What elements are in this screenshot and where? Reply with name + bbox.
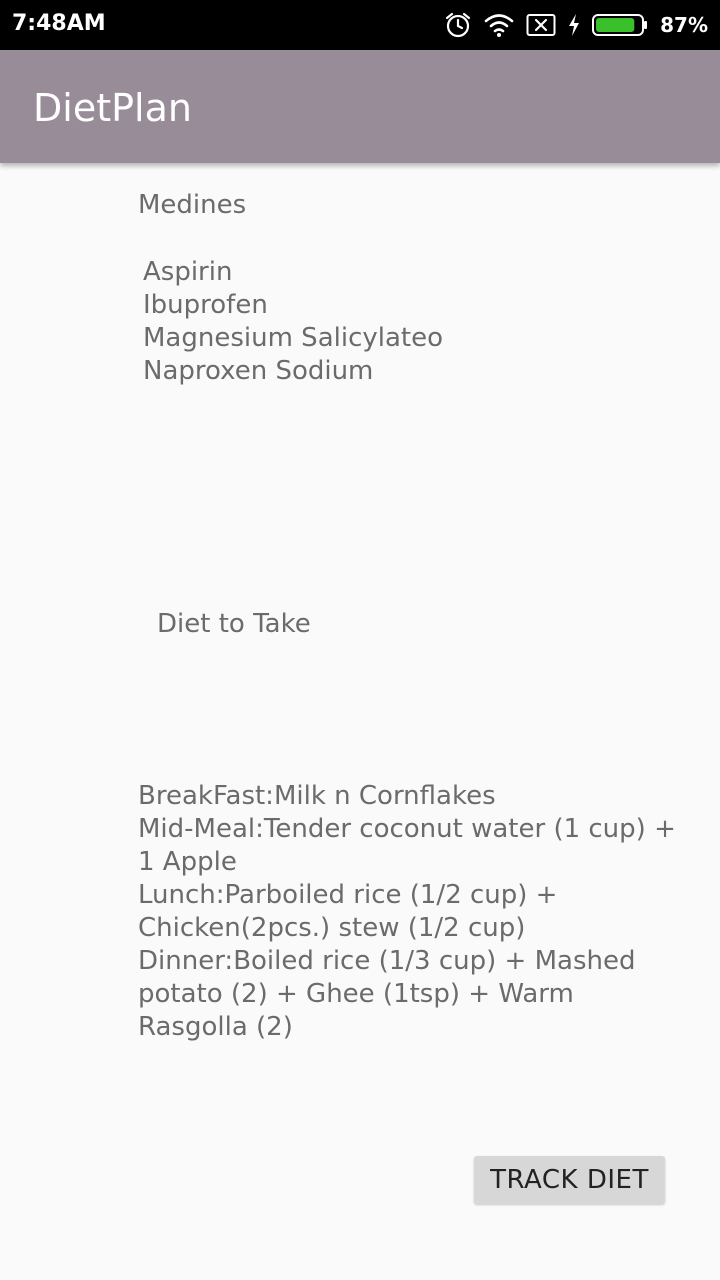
battery-fill: [596, 18, 635, 32]
diet-plan-text: BreakFast:Milk n Cornflakes Mid-Meal:Ten…: [138, 781, 676, 1042]
medicines-heading: Medines: [138, 190, 247, 220]
status-bar: 7:48AM 87%: [0, 0, 720, 50]
battery-icon: [592, 13, 648, 37]
app-title: DietPlan: [33, 86, 192, 130]
alarm-icon: [444, 11, 472, 39]
main-content: Medines Aspirin Ibuprofen Magnesium Sali…: [0, 163, 720, 1280]
charging-icon: [568, 14, 580, 36]
track-diet-button[interactable]: TRACK DIET: [474, 1156, 665, 1204]
app-bar: DietPlan: [0, 50, 720, 163]
medicines-list: Aspirin Ibuprofen Magnesium Salicylateo …: [143, 257, 444, 386]
status-time: 7:48AM: [12, 11, 106, 36]
no-sim-icon: [526, 13, 556, 37]
battery-percent: 87%: [660, 13, 708, 37]
diet-heading: Diet to Take: [157, 609, 311, 639]
wifi-icon: [484, 12, 514, 38]
status-icons: 87%: [444, 10, 708, 40]
